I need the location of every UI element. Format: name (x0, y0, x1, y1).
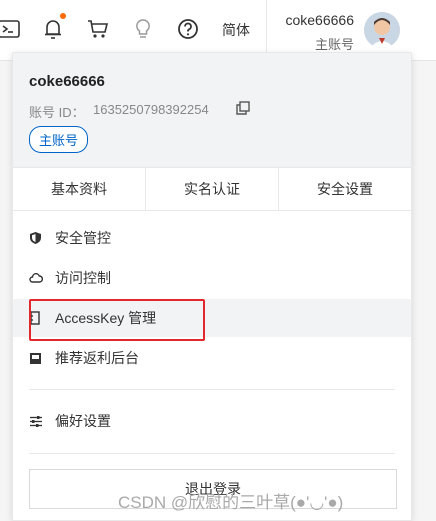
account-id-label: 账号 ID： (29, 105, 85, 120)
tab-security-settings[interactable]: 安全设置 (279, 168, 411, 210)
avatar[interactable] (364, 12, 400, 48)
menu-item-label: 推荐返利后台 (55, 350, 139, 366)
menu-item-label: 访问控制 (55, 270, 111, 286)
account-summary: coke66666 账号 ID： 1635250798392254 主账号 (13, 53, 411, 167)
navbar-divider (266, 0, 267, 60)
account-type-badge: 主账号 (29, 126, 89, 153)
menu-item-security-control[interactable]: 安全管控 (13, 219, 411, 257)
menu-divider (29, 453, 395, 454)
sliders-icon (29, 414, 43, 428)
menu-item-label: 安全管控 (55, 230, 111, 246)
shield-icon (29, 231, 43, 245)
tab-real-name[interactable]: 实名认证 (146, 168, 279, 210)
menu-item-access-control[interactable]: 访问控制 (13, 259, 411, 297)
language-switch[interactable]: 简体 (222, 20, 250, 40)
copy-icon[interactable] (236, 101, 252, 117)
account-dropdown: coke66666 账号 ID： 1635250798392254 主账号 基本… (12, 52, 412, 521)
menu-item-preferences[interactable]: 偏好设置 (13, 402, 411, 440)
gift-icon (29, 351, 43, 365)
lightbulb-icon[interactable] (130, 16, 156, 42)
account-id: 1635250798392254 (93, 102, 209, 117)
navbar-username[interactable]: coke66666 (285, 12, 354, 28)
account-tabs: 基本资料 实名认证 安全设置 (13, 167, 411, 211)
tab-basic-info[interactable]: 基本资料 (13, 168, 146, 210)
cart-icon[interactable] (85, 16, 111, 42)
help-icon[interactable] (175, 16, 201, 42)
notification-dot (60, 13, 66, 19)
menu-item-referral[interactable]: 推荐返利后台 (13, 339, 411, 377)
bell-icon[interactable] (40, 16, 66, 42)
navbar-user-role: 主账号 (314, 37, 354, 52)
menu-item-label: 偏好设置 (55, 413, 111, 429)
terminal-icon[interactable] (0, 16, 22, 42)
cloud-icon (29, 271, 43, 285)
watermark: CSDN @欣慰的三叶草(●'◡'●) (118, 493, 344, 512)
menu-divider (29, 389, 395, 390)
highlight-annotation (29, 299, 205, 341)
account-name: coke66666 (29, 73, 105, 90)
